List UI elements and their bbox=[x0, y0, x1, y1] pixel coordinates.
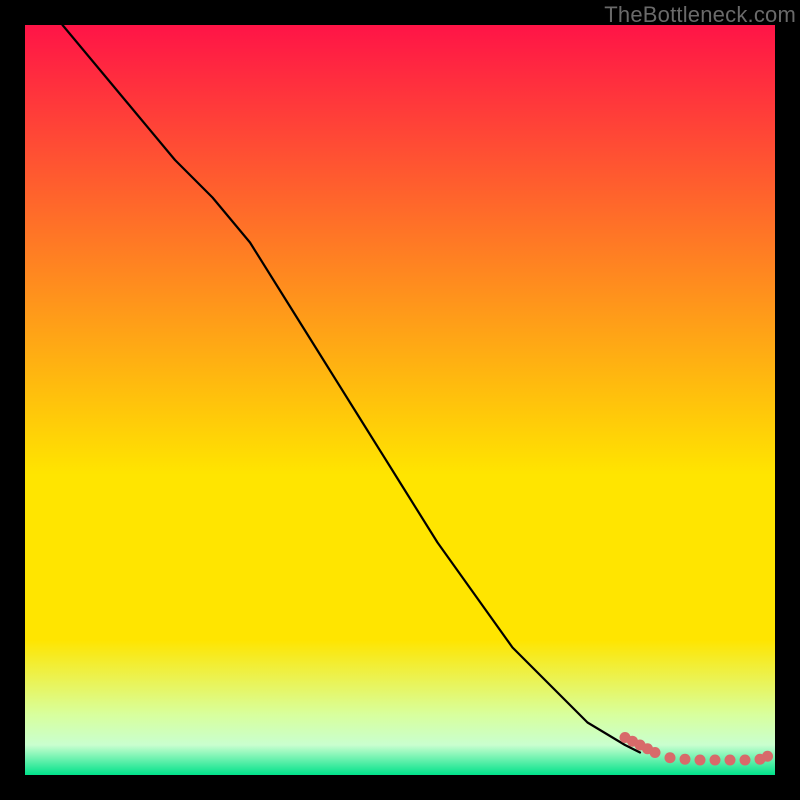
scatter-dot bbox=[680, 754, 691, 765]
scatter-dot bbox=[650, 747, 661, 758]
scatter-dot bbox=[710, 755, 721, 766]
gradient-backdrop bbox=[25, 25, 775, 775]
scatter-dot bbox=[725, 755, 736, 766]
scatter-dot bbox=[762, 751, 773, 762]
scatter-dot bbox=[695, 755, 706, 766]
chart-frame bbox=[25, 25, 775, 775]
scatter-dot bbox=[665, 752, 676, 763]
chart-svg bbox=[25, 25, 775, 775]
scatter-dot bbox=[740, 755, 751, 766]
